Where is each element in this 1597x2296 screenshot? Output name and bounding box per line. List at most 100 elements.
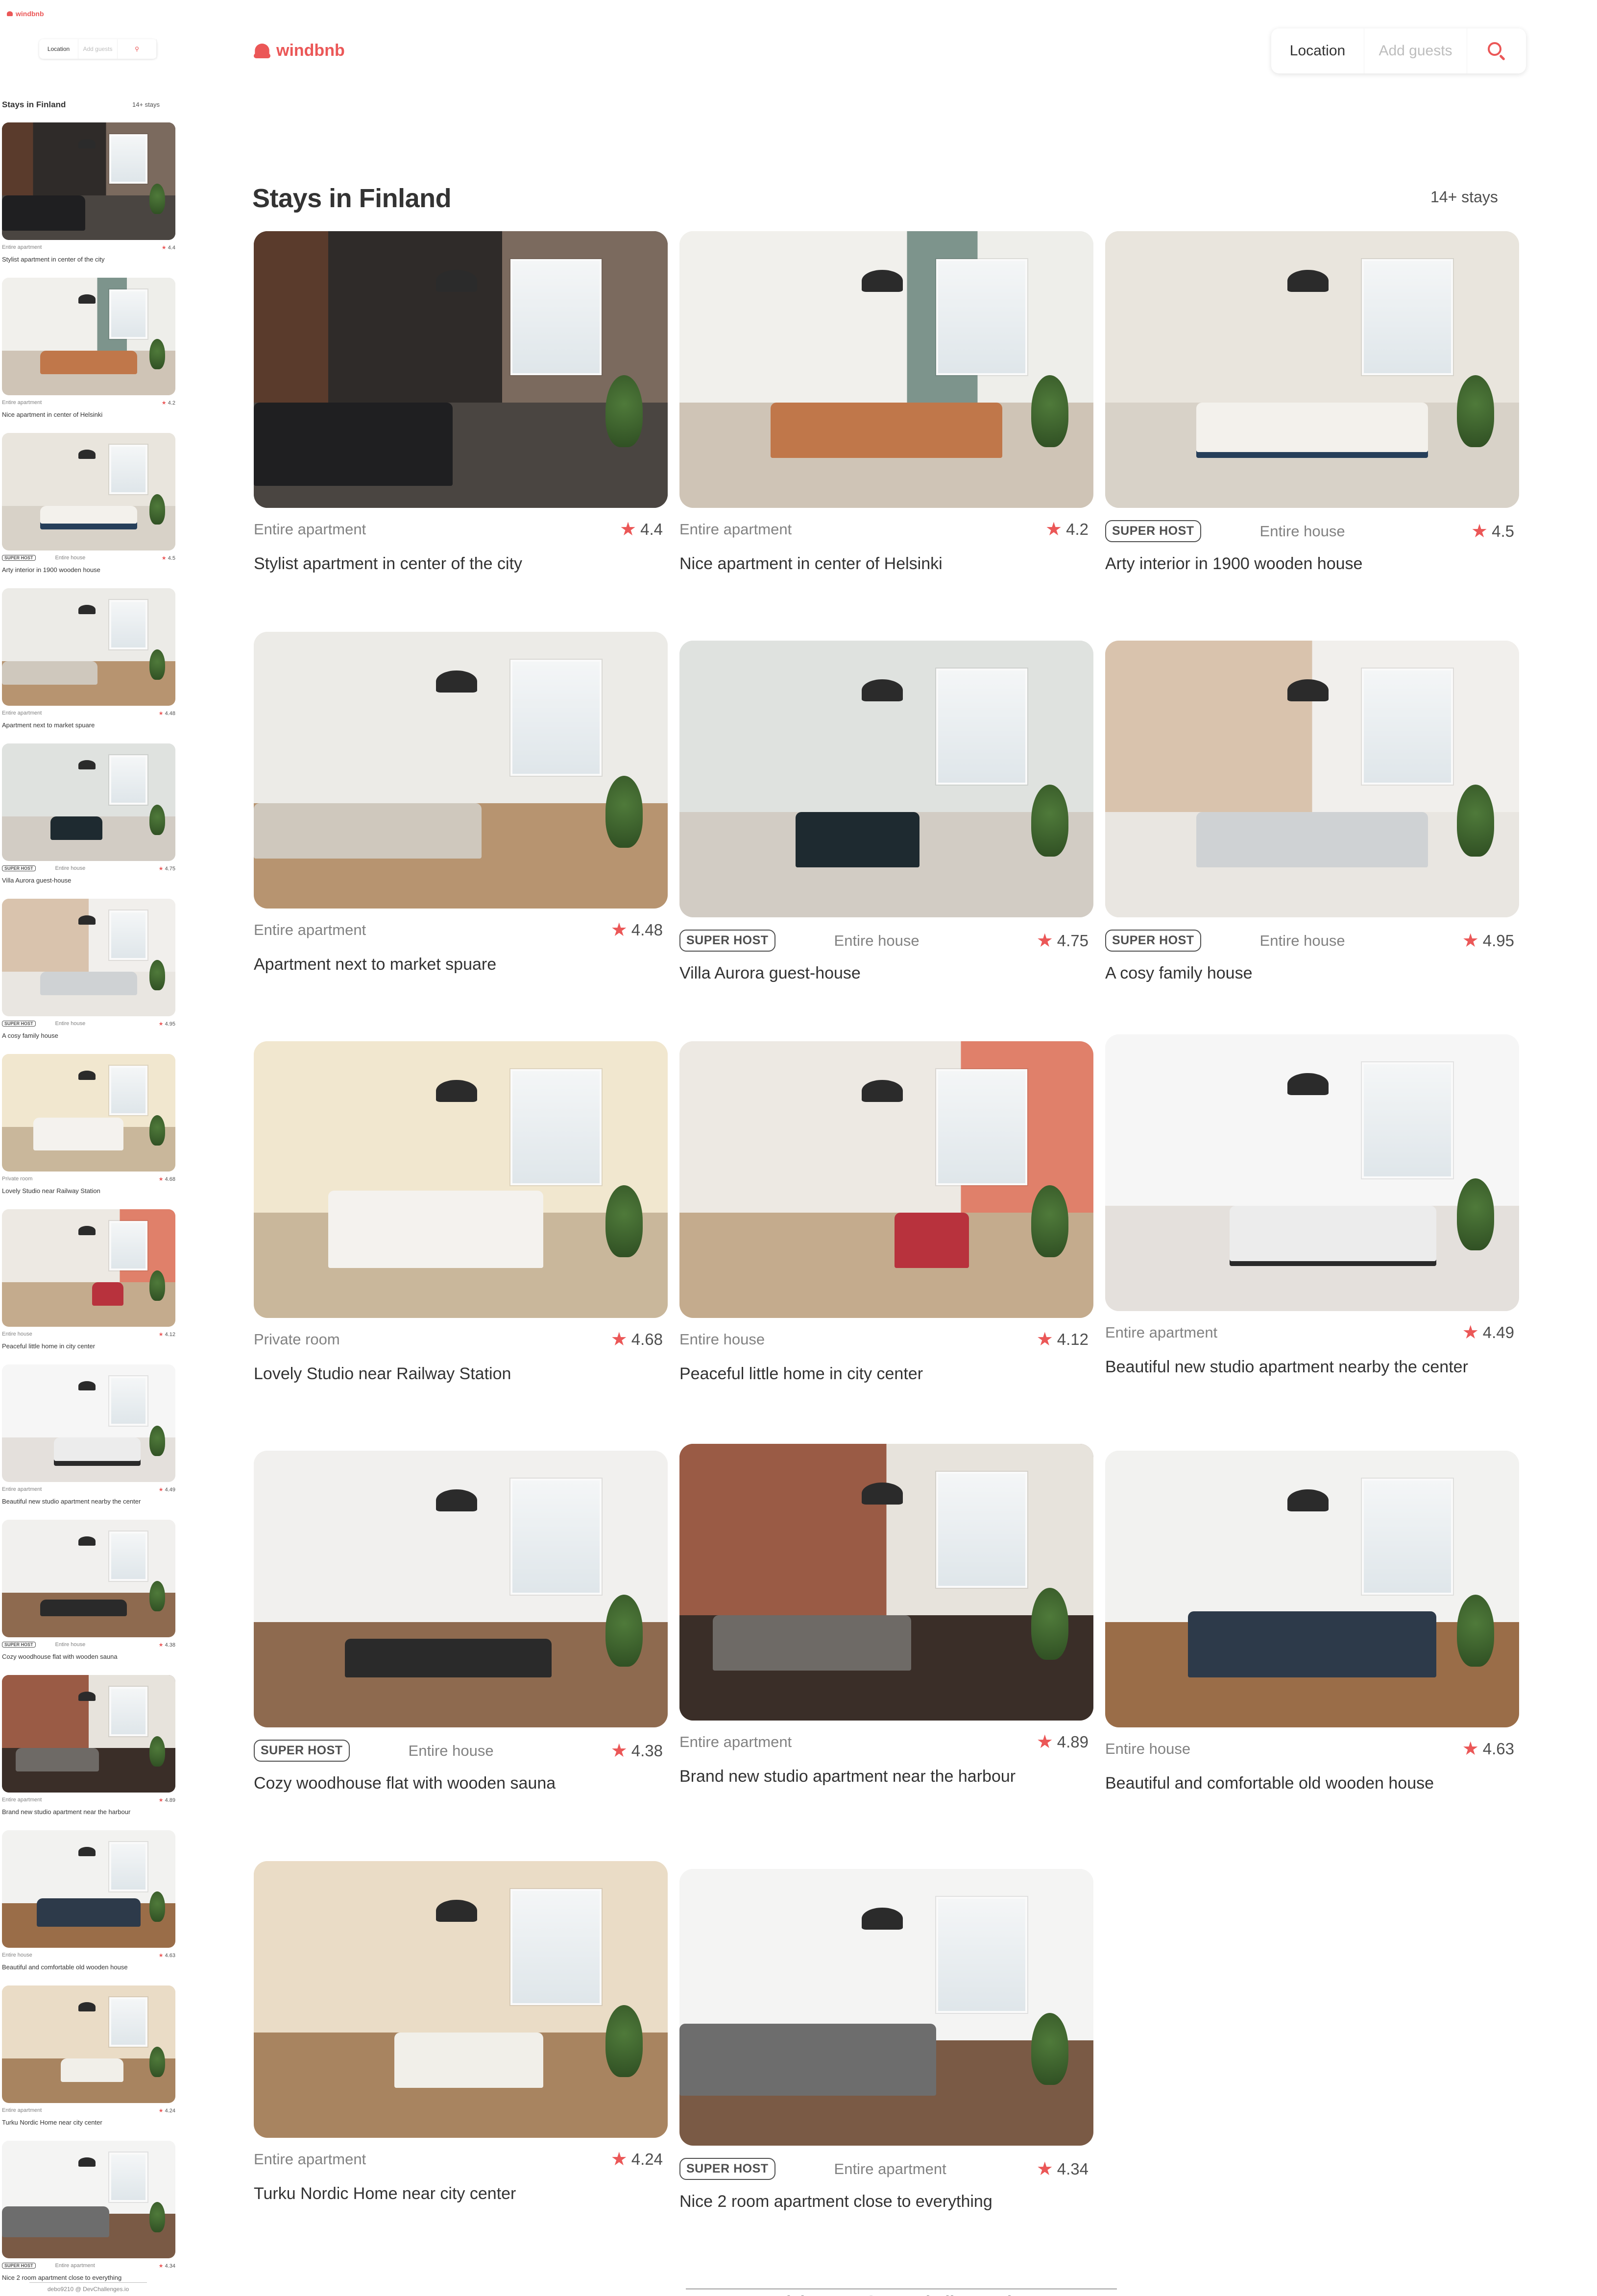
mobile-search-button[interactable]: ⚲ — [118, 39, 157, 59]
stay-title[interactable]: Stylist apartment in center of the city — [254, 554, 522, 574]
stay-photo[interactable] — [2, 1054, 175, 1172]
stay-photo[interactable] — [2, 1830, 175, 1948]
mobile-stay-card[interactable]: Private room ★ 4.68 Lovely Studio near Rai… — [2, 1054, 175, 1195]
mobile-stay-card[interactable]: Entire apartment ★ 4.49 Beautiful new stud… — [2, 1364, 175, 1506]
stay-photo[interactable] — [254, 1041, 668, 1318]
mobile-stay-card[interactable]: SUPER HOST Entire house ★ 4.95 A cosy famil… — [2, 899, 175, 1040]
stay-photo[interactable] — [679, 641, 1093, 917]
mobile-stay-card[interactable]: SUPER HOST Entire house ★ 4.38 Cozy woodhou… — [2, 1520, 175, 1661]
mobile-stay-meta: Entire apartment ★ 4.49 — [2, 1486, 175, 1493]
guests-field[interactable]: Add guests — [1364, 28, 1467, 73]
stay-title[interactable]: Villa Aurora guest-house — [679, 964, 861, 983]
stay-title[interactable]: A cosy family house — [1105, 964, 1252, 983]
stay-photo[interactable] — [2, 2141, 175, 2258]
stay-title[interactable]: Nice 2 room apartment close to everythin… — [679, 2192, 992, 2211]
mobile-stay-title[interactable]: Nice apartment in center of Helsinki — [2, 411, 175, 419]
search-button[interactable] — [1467, 28, 1526, 73]
stay-card[interactable]: SUPER HOST Entire house ★ 4.38 Cozy woodhous… — [254, 1451, 668, 1793]
stay-photo[interactable] — [254, 231, 668, 508]
mobile-stay-card[interactable]: SUPER HOST Entire house ★ 4.75 Villa Aurora… — [2, 743, 175, 885]
mobile-stay-rating: ★ 4.48 — [159, 710, 175, 717]
mobile-stay-title[interactable]: Stylist apartment in center of the city — [2, 256, 175, 263]
stay-title[interactable]: Nice apartment in center of Helsinki — [679, 554, 943, 574]
mobile-guests-field[interactable]: Add guests — [78, 39, 118, 59]
stay-card[interactable]: Entire apartment ★ 4.49 Beautiful new studi… — [1105, 1034, 1519, 1376]
stay-title[interactable]: Arty interior in 1900 wooden house — [1105, 554, 1362, 574]
stay-card[interactable]: SUPER HOST Entire house ★ 4.75 Villa Aurora … — [679, 641, 1093, 982]
stay-title[interactable]: Brand new studio apartment near the harb… — [679, 1767, 1016, 1786]
stay-photo[interactable] — [2, 899, 175, 1016]
stay-photo[interactable] — [1105, 1451, 1519, 1727]
stay-photo[interactable] — [2, 1364, 175, 1482]
stay-photo[interactable] — [679, 231, 1093, 508]
stay-title[interactable]: Turku Nordic Home near city center — [254, 2184, 516, 2203]
logo[interactable]: windbnb — [254, 41, 345, 60]
mobile-stay-title[interactable]: Beautiful new studio apartment nearby th… — [2, 1498, 175, 1506]
mobile-stay-title[interactable]: Arty interior in 1900 wooden house — [2, 566, 175, 574]
stay-title[interactable]: Beautiful and comfortable old wooden hou… — [1105, 1774, 1434, 1793]
mobile-stay-title[interactable]: Peaceful little home in city center — [2, 1342, 175, 1350]
location-field[interactable]: Location — [1271, 28, 1364, 73]
stay-card[interactable]: Entire apartment ★ 4.2 Nice apartment in ce… — [679, 231, 1093, 573]
stay-card[interactable]: Entire apartment ★ 4.24 Turku Nordic Home n… — [254, 1861, 668, 2203]
stay-photo[interactable] — [2, 1209, 175, 1327]
search-bar[interactable]: Location Add guests — [1271, 28, 1526, 73]
stay-photo[interactable] — [679, 1444, 1093, 1721]
mobile-stay-title[interactable]: Lovely Studio near Railway Station — [2, 1187, 175, 1195]
mobile-stay-card[interactable]: Entire apartment ★ 4.2 Nice apartment in c… — [2, 278, 175, 419]
stay-photo[interactable] — [679, 1041, 1093, 1318]
mobile-location-field[interactable]: Location — [39, 39, 78, 59]
mobile-stay-title[interactable]: Brand new studio apartment near the harb… — [2, 1808, 175, 1816]
mobile-rating-value: 4.5 — [168, 555, 175, 561]
stay-card[interactable]: Entire house ★ 4.63 Beautiful and comfortab… — [1105, 1451, 1519, 1793]
stay-photo[interactable] — [2, 1985, 175, 2103]
stay-card[interactable]: SUPER HOST Entire house ★ 4.95 A cosy family… — [1105, 641, 1519, 982]
mobile-stay-card[interactable]: Entire apartment ★ 4.24 Turku Nordic Home … — [2, 1985, 175, 2127]
stay-photo[interactable] — [254, 1451, 668, 1727]
mobile-stay-card[interactable]: SUPER HOST Entire apartment ★ 4.34 Nice 2 r… — [2, 2141, 175, 2282]
mobile-stay-card[interactable]: SUPER HOST Entire house ★ 4.5 Arty interior… — [2, 433, 175, 574]
mobile-stay-card[interactable]: Entire apartment ★ 4.89 Brand new studio a… — [2, 1675, 175, 1816]
stay-card[interactable]: Entire apartment ★ 4.89 Brand new studio ap… — [679, 1444, 1093, 1786]
mobile-stay-title[interactable]: Beautiful and comfortable old wooden hou… — [2, 1963, 175, 1971]
stay-photo[interactable] — [2, 433, 175, 550]
stay-title[interactable]: Peaceful little home in city center — [679, 1364, 923, 1384]
stay-card[interactable]: Private room ★ 4.68 Lovely Studio near Rail… — [254, 1041, 668, 1383]
mobile-logo[interactable]: windbnb — [7, 10, 44, 18]
stay-photo[interactable] — [1105, 1034, 1519, 1311]
stay-photo[interactable] — [254, 1861, 668, 2138]
stay-card[interactable]: Entire house ★ 4.12 Peaceful little home in… — [679, 1041, 1093, 1383]
mobile-star-icon: ★ — [158, 865, 165, 872]
mobile-stay-card[interactable]: Entire apartment ★ 4.4 Stylist apartment i… — [2, 122, 175, 263]
stay-photo[interactable] — [2, 278, 175, 395]
mobile-stay-title[interactable]: Turku Nordic Home near city center — [2, 2119, 175, 2127]
stay-photo[interactable] — [1105, 231, 1519, 508]
stay-photo[interactable] — [254, 632, 668, 909]
stay-title[interactable]: Cozy woodhouse flat with wooden sauna — [254, 1774, 556, 1793]
mobile-stay-card[interactable]: Entire apartment ★ 4.48 Apartment next to … — [2, 588, 175, 729]
stay-card[interactable]: Entire apartment ★ 4.48 Apartment next to m… — [254, 632, 668, 974]
stay-card[interactable]: SUPER HOST Entire apartment ★ 4.34 Nice 2 ro… — [679, 1869, 1093, 2211]
mobile-stay-title[interactable]: Apartment next to market spuare — [2, 721, 175, 729]
stay-title[interactable]: Apartment next to market spuare — [254, 955, 496, 974]
mobile-stay-title[interactable]: Nice 2 room apartment close to everythin… — [2, 2274, 175, 2282]
stay-photo[interactable] — [2, 588, 175, 706]
mobile-stay-title[interactable]: A cosy family house — [2, 1032, 175, 1040]
stay-title[interactable]: Beautiful new studio apartment nearby th… — [1105, 1358, 1468, 1377]
stay-card[interactable]: SUPER HOST Entire house ★ 4.5 Arty interior … — [1105, 231, 1519, 573]
mobile-stay-rating: ★ 4.34 — [159, 2263, 175, 2269]
mobile-stay-card[interactable]: Entire house ★ 4.63 Beautiful and comforta… — [2, 1830, 175, 1971]
mobile-stay-title[interactable]: Villa Aurora guest-house — [2, 877, 175, 885]
stay-title[interactable]: Lovely Studio near Railway Station — [254, 1364, 511, 1384]
mobile-stay-title[interactable]: Cozy woodhouse flat with wooden sauna — [2, 1653, 175, 1661]
stay-photo[interactable] — [2, 743, 175, 861]
mobile-stay-card[interactable]: Entire house ★ 4.12 Peaceful little home i… — [2, 1209, 175, 1350]
stay-card[interactable]: Entire apartment ★ 4.4 Stylist apartment in… — [254, 231, 668, 573]
mobile-search-bar[interactable]: Location Add guests ⚲ — [39, 39, 157, 59]
mobile-star-icon: ★ — [158, 2107, 165, 2114]
stay-photo[interactable] — [2, 122, 175, 240]
stay-photo[interactable] — [2, 1520, 175, 1637]
stay-photo[interactable] — [1105, 641, 1519, 917]
stay-photo[interactable] — [2, 1675, 175, 1793]
stay-photo[interactable] — [679, 1869, 1093, 2146]
